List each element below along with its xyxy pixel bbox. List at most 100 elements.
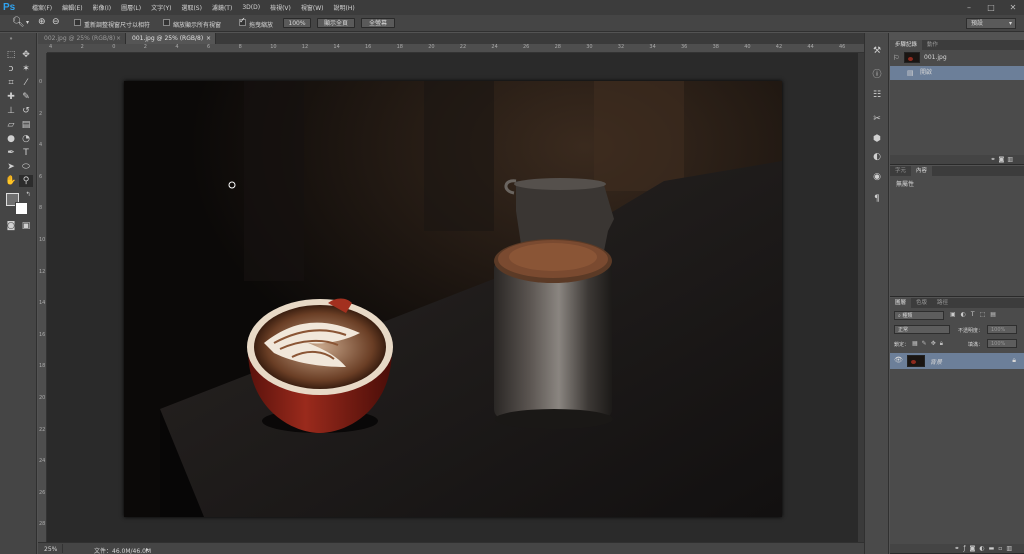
eraser-tool-icon[interactable]: ▱ xyxy=(4,119,18,131)
menu-select[interactable]: 選取(S) xyxy=(181,3,202,12)
zoom-level[interactable]: 25% xyxy=(44,546,57,553)
tool-presets-icon[interactable]: ✂ xyxy=(871,113,883,125)
clone-stamp-icon[interactable]: ⊥ xyxy=(4,105,18,117)
fill-screen-button[interactable]: 全螢幕 xyxy=(361,18,395,28)
screen-mode-icon[interactable]: ▣ xyxy=(19,220,33,232)
ruler-corner[interactable] xyxy=(38,44,47,53)
menu-type[interactable]: 文字(Y) xyxy=(151,3,171,12)
layer-filter-icons[interactable]: ▣◐T⬚▤ xyxy=(950,311,1001,318)
add-mask-icon[interactable]: ◙ xyxy=(970,545,980,552)
history-panel-icon[interactable]: ⚒ xyxy=(871,45,883,57)
path-selection-icon[interactable]: ➤ xyxy=(4,161,18,173)
tab-paths[interactable]: 路徑 xyxy=(932,298,953,308)
trash-icon[interactable]: ▥ xyxy=(1006,545,1016,552)
layer-name[interactable]: 背景 xyxy=(930,357,942,366)
hand-tool-icon[interactable]: ✋ xyxy=(4,175,18,187)
close-icon[interactable]: × xyxy=(116,33,121,44)
menu-image[interactable]: 影像(I) xyxy=(93,3,111,12)
zoom-out-icon[interactable]: ⊖ xyxy=(52,17,60,27)
close-button[interactable]: ✕ xyxy=(1002,0,1024,15)
magic-wand-icon[interactable]: ✶ xyxy=(19,63,33,75)
history-step[interactable]: ▤ 開啟 xyxy=(890,66,1024,80)
adjustment-layer-icon[interactable]: ◐ xyxy=(979,545,988,552)
menu-layer[interactable]: 圖層(L) xyxy=(121,3,141,12)
brush-tool-icon[interactable]: ✎ xyxy=(19,91,33,103)
document-image[interactable] xyxy=(124,81,782,517)
menu-file[interactable]: 檔案(F) xyxy=(32,3,52,12)
blur-tool-icon[interactable]: ● xyxy=(4,133,18,145)
zoom-icon[interactable]: 🔍︎ xyxy=(12,17,25,28)
minimize-button[interactable]: – xyxy=(958,0,980,15)
menu-view[interactable]: 檢視(V) xyxy=(270,3,291,12)
close-icon[interactable]: × xyxy=(206,33,211,44)
toolbar-collapse-icon[interactable]: » xyxy=(4,37,18,42)
horizontal-ruler[interactable]: 4 2 0 2 4 6 8 10 12 14 16 18 20 22 24 26 28 30 32 34 36 38 40 4… xyxy=(47,44,864,53)
layer-row-background[interactable]: 👁︎ 背景 🔒︎ xyxy=(890,353,1024,369)
fit-screen-button[interactable]: 顯示全頁 xyxy=(317,18,355,28)
history-brush-icon[interactable]: ↺ xyxy=(19,105,33,117)
menu-window[interactable]: 視窗(W) xyxy=(301,3,324,12)
menu-3d[interactable]: 3D(D) xyxy=(242,4,260,11)
dodge-tool-icon[interactable]: ◔ xyxy=(19,133,33,145)
ruler-tick-label: 16 xyxy=(39,331,46,338)
history-step-label: 開啟 xyxy=(920,69,933,76)
zoom-tool-icon[interactable]: ⚲ xyxy=(19,175,33,187)
3d-panel-icon[interactable]: ⬢ xyxy=(871,133,883,145)
camera-snapshot-icon[interactable]: ◙ xyxy=(999,156,1008,163)
zoom-100-button[interactable]: 100% xyxy=(283,18,311,28)
tab-actions[interactable]: 動作 xyxy=(922,40,943,50)
trash-icon[interactable]: ▥ xyxy=(1007,156,1016,163)
lock-icons[interactable]: ▦✎✥🔒︎ xyxy=(912,340,947,348)
healing-brush-icon[interactable]: ✚ xyxy=(4,91,18,103)
ruler-tick-label: 32 xyxy=(617,44,625,50)
lasso-tool-icon[interactable]: ↄ xyxy=(4,63,18,75)
visibility-eye-icon[interactable]: 👁︎ xyxy=(894,356,903,364)
navigator-icon[interactable]: ◐ xyxy=(871,151,883,163)
crop-tool-icon[interactable]: ⌗ xyxy=(4,77,18,89)
tab-002[interactable]: 002.jpg @ 25% (RGB/8) × xyxy=(38,33,126,44)
zoom-all-checkbox[interactable] xyxy=(163,19,170,26)
document-info[interactable]: 文件：46.0M/46.0M xyxy=(94,546,151,554)
workspace-select[interactable]: 預設 ▾ xyxy=(966,18,1016,29)
marquee-tool-icon[interactable]: ⬚ xyxy=(4,49,18,61)
pen-tool-icon[interactable]: ✒ xyxy=(4,147,18,159)
quick-mask-icon[interactable]: ◙ xyxy=(4,220,18,232)
scrubby-zoom-checkbox[interactable] xyxy=(239,16,246,26)
tab-001[interactable]: 001.jpg @ 25% (RGB/8) × xyxy=(126,33,216,44)
history-brush-source-icon[interactable]: ⚐ xyxy=(893,51,899,65)
layer-filter-select[interactable]: ⌕ 種類 xyxy=(894,311,944,320)
styles-icon[interactable]: ◉ xyxy=(871,171,883,183)
new-group-icon[interactable]: ▬ xyxy=(989,545,999,552)
maximize-button[interactable]: □ xyxy=(980,0,1002,15)
blend-mode-select[interactable]: 正常 xyxy=(894,325,950,334)
swap-colors-icon[interactable]: ↰ xyxy=(21,189,35,201)
tab-properties[interactable]: 內容 xyxy=(911,166,933,176)
background-color-swatch[interactable] xyxy=(15,202,28,215)
menu-filter[interactable]: 濾鏡(T) xyxy=(212,3,232,12)
tab-layers[interactable]: 圖層 xyxy=(890,298,912,308)
tab-channels[interactable]: 色版 xyxy=(911,298,932,308)
adjustments-icon[interactable]: ☷ xyxy=(871,89,883,101)
resize-windows-checkbox[interactable] xyxy=(74,19,81,26)
lock-label: 鎖定： xyxy=(894,342,910,348)
menu-edit[interactable]: 編輯(E) xyxy=(62,3,82,12)
type-tool-icon[interactable]: T xyxy=(19,147,33,159)
ruler-tick-label: 8 xyxy=(238,44,242,50)
gradient-tool-icon[interactable]: ▤ xyxy=(19,119,33,131)
info-panel-icon[interactable]: ⓘ xyxy=(871,69,883,81)
opacity-input[interactable]: 100% xyxy=(987,325,1017,334)
vertical-ruler[interactable]: 0 2 4 6 8 10 12 14 16 18 20 22 24 26 28 xyxy=(38,53,47,542)
paragraph-icon[interactable]: ¶ xyxy=(871,193,883,205)
fill-input[interactable]: 100% xyxy=(987,339,1017,348)
tab-history[interactable]: 步驟記錄 xyxy=(890,40,923,50)
shape-tool-icon[interactable]: ⬭ xyxy=(19,161,33,173)
tab-character[interactable]: 字元 xyxy=(890,166,911,176)
eyedropper-icon[interactable]: ⁄ xyxy=(19,77,33,89)
new-document-icon[interactable]: ⚭ xyxy=(990,156,998,163)
history-snapshot[interactable]: ⚐ 001.jpg xyxy=(890,51,1024,65)
tool-preset-chevron-icon[interactable]: ▾ xyxy=(26,19,29,26)
menu-help[interactable]: 說明(H) xyxy=(334,3,355,12)
status-menu-icon[interactable]: ▸ xyxy=(146,546,149,553)
move-tool-icon[interactable]: ✥ xyxy=(19,49,33,61)
zoom-in-icon[interactable]: ⊕ xyxy=(38,17,46,27)
